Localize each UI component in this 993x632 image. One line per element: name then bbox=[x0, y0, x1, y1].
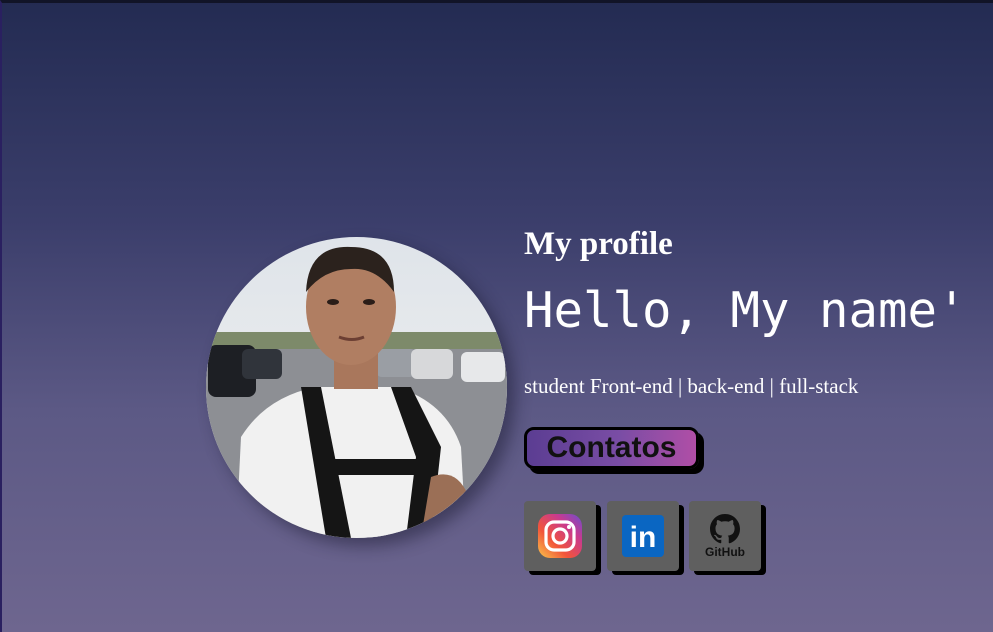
instagram-link[interactable] bbox=[524, 501, 596, 571]
linkedin-icon: in bbox=[622, 515, 664, 557]
role-subtitle: student Front-end | back-end | full-stac… bbox=[524, 374, 859, 398]
github-label: GitHub bbox=[705, 544, 745, 559]
instagram-icon bbox=[538, 514, 582, 558]
profile-photo bbox=[206, 237, 507, 538]
linkedin-link[interactable]: in bbox=[607, 501, 679, 571]
linkedin-glyph: in bbox=[630, 521, 657, 554]
github-link[interactable]: GitHub bbox=[689, 501, 761, 571]
contatos-button[interactable]: Contatos bbox=[524, 427, 699, 469]
github-icon bbox=[710, 513, 740, 543]
profile-title: My profile bbox=[524, 226, 673, 262]
greeting-text: Hello, My name' bbox=[524, 282, 967, 339]
